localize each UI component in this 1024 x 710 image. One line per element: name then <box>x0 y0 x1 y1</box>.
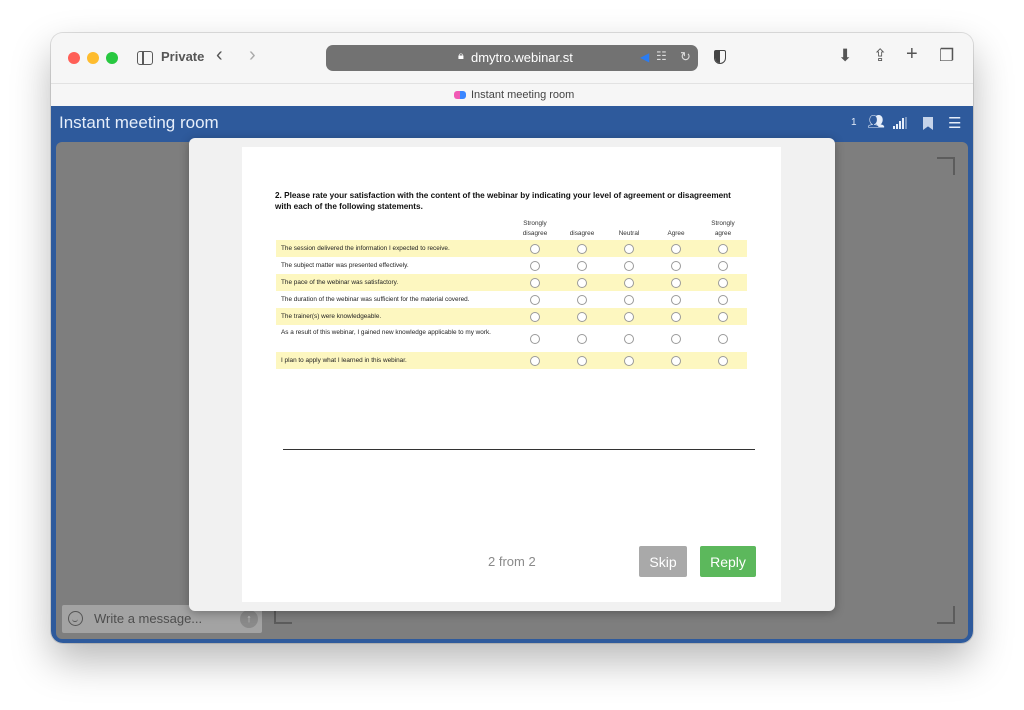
emoji-icon[interactable] <box>68 611 83 626</box>
table-row: As a result of this webinar, I gained ne… <box>276 325 747 352</box>
statement-label: The subject matter was presented effecti… <box>281 262 409 269</box>
page-title: Instant meeting room <box>59 113 219 132</box>
rating-radio[interactable] <box>577 355 587 366</box>
corner-bracket <box>937 606 955 624</box>
new-tab-icon[interactable]: + <box>906 43 918 66</box>
table-row: The trainer(s) were knowledgeable. <box>276 308 747 325</box>
rating-radio[interactable] <box>718 311 728 322</box>
rating-radio[interactable] <box>624 333 634 344</box>
tab-overview-icon[interactable]: ❐ <box>939 46 954 66</box>
favicon-icon <box>454 90 467 100</box>
rating-radio[interactable] <box>577 243 587 254</box>
rating-radio[interactable] <box>530 294 540 305</box>
statement-label: The duration of the webinar was sufficie… <box>281 296 470 303</box>
rating-radio[interactable] <box>577 260 587 271</box>
rating-radio[interactable] <box>577 277 587 288</box>
rating-radio[interactable] <box>530 355 540 366</box>
url-text[interactable]: dmytro.webinar.st <box>471 50 573 65</box>
corner-bracket <box>937 157 955 175</box>
speaker-icon[interactable]: ◀ <box>640 50 649 64</box>
rating-radio[interactable] <box>624 294 634 305</box>
rating-radio[interactable] <box>624 311 634 322</box>
lock-icon: 🔒︎ <box>458 50 464 62</box>
reply-button[interactable]: Reply <box>700 546 756 577</box>
rating-radio[interactable] <box>530 333 540 344</box>
table-row: The duration of the webinar was sufficie… <box>276 291 747 308</box>
rating-radio[interactable] <box>577 333 587 344</box>
question-title: 2. Please rate your satisfaction with th… <box>275 191 731 211</box>
statement-label: The session delivered the information I … <box>281 245 450 252</box>
column-header: disagree <box>569 229 595 237</box>
zoom-window-button[interactable] <box>106 52 118 64</box>
participant-count: 1 <box>851 117 857 128</box>
translate-icon[interactable]: ☷ <box>656 49 667 63</box>
tab-title[interactable]: Instant meeting room <box>471 89 574 101</box>
rating-radio[interactable] <box>624 243 634 254</box>
divider <box>283 449 755 450</box>
back-icon[interactable]: ‹ <box>216 45 223 65</box>
pager-label: 2 from 2 <box>488 554 536 569</box>
close-window-button[interactable] <box>68 52 80 64</box>
table-row: The subject matter was presented effecti… <box>276 257 747 274</box>
column-header: Agree <box>667 229 685 237</box>
minimize-window-button[interactable] <box>87 52 99 64</box>
grid-header: Strongly disagree disagree Neutral Agree Str… <box>276 219 747 240</box>
rating-radio[interactable] <box>624 355 634 366</box>
app-header: Instant meeting room 1 👥︎ ☰ <box>51 106 973 140</box>
signal-icon[interactable] <box>893 117 909 129</box>
rating-radio[interactable] <box>671 294 681 305</box>
survey-modal: 2. Please rate your satisfaction with th… <box>189 138 835 611</box>
rating-radio[interactable] <box>718 333 728 344</box>
message-input[interactable] <box>94 611 234 626</box>
rating-radio[interactable] <box>671 277 681 288</box>
rating-radio[interactable] <box>718 243 728 254</box>
private-mode-label[interactable]: Private <box>161 49 204 64</box>
download-icon[interactable]: ⬇︎ <box>838 46 852 66</box>
rating-radio[interactable] <box>718 277 728 288</box>
rating-radio[interactable] <box>530 277 540 288</box>
statement-label: I plan to apply what I learned in this w… <box>281 357 407 364</box>
rating-radio[interactable] <box>624 260 634 271</box>
grid-body: The session delivered the information I … <box>276 240 747 369</box>
rating-radio[interactable] <box>530 311 540 322</box>
rating-radio[interactable] <box>624 277 634 288</box>
sidebar-icon[interactable] <box>137 51 153 65</box>
rating-radio[interactable] <box>671 311 681 322</box>
table-row: The pace of the webinar was satisfactory… <box>276 274 747 291</box>
statement-label: The trainer(s) were knowledgeable. <box>281 313 382 320</box>
reload-icon[interactable]: ↻ <box>680 49 691 65</box>
rating-radio[interactable] <box>718 260 728 271</box>
rating-radio[interactable] <box>530 243 540 254</box>
skip-button[interactable]: Skip <box>639 546 687 577</box>
rating-radio[interactable] <box>577 311 587 322</box>
rating-radio[interactable] <box>671 243 681 254</box>
tab-bar: Instant meeting room <box>51 83 973 106</box>
column-header: Neutral <box>618 229 640 237</box>
rating-radio[interactable] <box>671 333 681 344</box>
address-bar[interactable]: 🔒︎ dmytro.webinar.st ◀ ☷ ↻ <box>326 45 698 71</box>
send-icon[interactable]: ↑ <box>240 610 258 628</box>
rating-radio[interactable] <box>671 355 681 366</box>
rating-radio[interactable] <box>718 294 728 305</box>
browser-window: Private ‹ › 🔒︎ dmytro.webinar.st ◀ ☷ ↻ ⬇… <box>51 33 973 643</box>
menu-icon[interactable]: ☰ <box>948 114 961 132</box>
rating-grid: Strongly disagree disagree Neutral Agree Str… <box>276 219 747 369</box>
column-header: Strongly agree <box>711 220 735 237</box>
survey-page: 2. Please rate your satisfaction with th… <box>242 147 781 602</box>
share-icon[interactable]: ⇪ <box>873 46 887 66</box>
statement-label: As a result of this webinar, I gained ne… <box>281 329 491 336</box>
forward-icon[interactable]: › <box>249 45 256 65</box>
shield-icon[interactable] <box>714 50 726 64</box>
statement-label: The pace of the webinar was satisfactory… <box>281 279 399 286</box>
rating-radio[interactable] <box>671 260 681 271</box>
rating-radio[interactable] <box>530 260 540 271</box>
bookmark-icon[interactable] <box>923 117 933 130</box>
table-row: I plan to apply what I learned in this w… <box>276 352 747 369</box>
rating-radio[interactable] <box>577 294 587 305</box>
participants-icon[interactable]: 👥︎ <box>867 113 885 130</box>
browser-toolbar: Private ‹ › 🔒︎ dmytro.webinar.st ◀ ☷ ↻ ⬇… <box>51 33 973 83</box>
table-row: The session delivered the information I … <box>276 240 747 257</box>
column-header: Strongly disagree <box>522 220 548 237</box>
rating-radio[interactable] <box>718 355 728 366</box>
